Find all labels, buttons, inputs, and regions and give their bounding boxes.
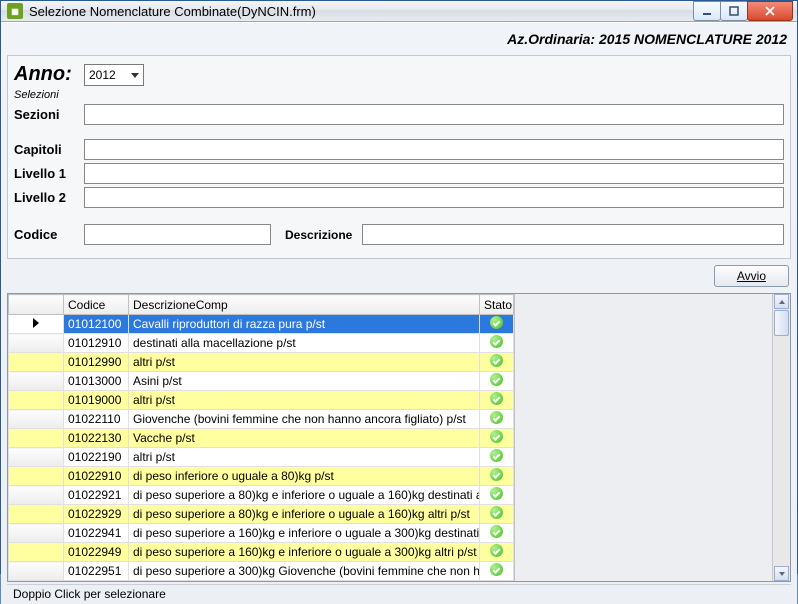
table-row[interactable]: 01012910destinati alla macellazione p/st	[9, 334, 514, 353]
company-year-label: Az.Ordinaria: 2015 NOMENCLATURE 2012	[7, 29, 791, 55]
sezioni-label: Sezioni	[14, 107, 84, 122]
maximize-button[interactable]	[720, 1, 748, 21]
status-ok-icon	[490, 544, 503, 557]
grid-header[interactable]: Codice DescrizioneComp Stato	[9, 295, 514, 315]
status-ok-icon	[490, 373, 503, 386]
grid-table[interactable]: Codice DescrizioneComp Stato 01012100Cav…	[8, 294, 514, 581]
descrizione-input[interactable]	[362, 224, 784, 245]
titlebar[interactable]: ▦ Selezione Nomenclature Combinate(DyNCI…	[1, 1, 797, 22]
status-ok-icon	[490, 506, 503, 519]
table-row[interactable]: 01022941di peso superiore a 160)kg e inf…	[9, 524, 514, 543]
table-row[interactable]: 01013000Asini p/st	[9, 372, 514, 391]
status-ok-icon	[490, 563, 503, 576]
col-stato[interactable]: Stato	[480, 295, 514, 315]
avvio-button[interactable]: Avvio	[714, 265, 789, 287]
table-row[interactable]: 01022110Giovenche (bovini femmine che no…	[9, 410, 514, 429]
livello2-label: Livello 2	[14, 190, 84, 205]
status-ok-icon	[490, 468, 503, 481]
col-descrizione[interactable]: DescrizioneComp	[129, 295, 480, 315]
livello1-label: Livello 1	[14, 166, 84, 181]
app-icon: ▦	[7, 3, 23, 19]
table-row[interactable]: 01022951di peso superiore a 300)kg Giove…	[9, 562, 514, 581]
table-row[interactable]: 01022929di peso superiore a 80)kg e infe…	[9, 505, 514, 524]
grid-empty-area	[515, 294, 790, 581]
anno-combo[interactable]: 2012	[84, 64, 144, 86]
close-button[interactable]	[747, 1, 793, 21]
statusbar: Doppio Click per selezionare	[7, 584, 791, 604]
scroll-thumb[interactable]	[774, 310, 789, 336]
status-ok-icon	[490, 335, 503, 348]
col-codice[interactable]: Codice	[64, 295, 129, 315]
current-row-arrow-icon	[33, 318, 39, 328]
livello1-input[interactable]	[84, 163, 784, 184]
table-row[interactable]: 01022190altri p/st	[9, 448, 514, 467]
status-ok-icon	[490, 354, 503, 367]
table-row[interactable]: 01012100Cavalli riproduttori di razza pu…	[9, 315, 514, 334]
table-row[interactable]: 01022910di peso inferiore o uguale a 80)…	[9, 467, 514, 486]
status-ok-icon	[490, 411, 503, 424]
status-ok-icon	[490, 392, 503, 405]
status-ok-icon	[490, 316, 503, 329]
table-row[interactable]: 01019000altri p/st	[9, 391, 514, 410]
livello2-input[interactable]	[84, 187, 784, 208]
codice-label: Codice	[14, 227, 84, 242]
main-window: ▦ Selezione Nomenclature Combinate(DyNCI…	[0, 0, 798, 574]
scroll-up-button[interactable]	[774, 294, 789, 309]
results-grid: Codice DescrizioneComp Stato 01012100Cav…	[7, 293, 791, 582]
selezioni-label: Selezioni	[14, 89, 59, 101]
status-ok-icon	[490, 449, 503, 462]
codice-input[interactable]	[84, 224, 271, 245]
minimize-button[interactable]	[693, 1, 721, 21]
capitoli-input[interactable]	[84, 139, 784, 160]
status-ok-icon	[490, 430, 503, 443]
status-ok-icon	[490, 525, 503, 538]
descrizione-label: Descrizione	[285, 228, 352, 242]
table-row[interactable]: 01022921di peso superiore a 80)kg e infe…	[9, 486, 514, 505]
table-row[interactable]: 01022130Vacche p/st	[9, 429, 514, 448]
sezioni-input[interactable]	[84, 104, 784, 125]
anno-label: Anno:	[14, 63, 84, 86]
window-title: Selezione Nomenclature Combinate(DyNCIN.…	[29, 4, 694, 19]
client-area: Az.Ordinaria: 2015 NOMENCLATURE 2012 Ann…	[1, 22, 797, 604]
table-row[interactable]: 01012990altri p/st	[9, 353, 514, 372]
filter-panel: Anno: 2012 Selezioni Sezioni Capitoli Li…	[7, 55, 791, 259]
capitoli-label: Capitoli	[14, 142, 84, 157]
table-row[interactable]: 01022949di peso superiore a 160)kg e inf…	[9, 543, 514, 562]
status-ok-icon	[490, 487, 503, 500]
